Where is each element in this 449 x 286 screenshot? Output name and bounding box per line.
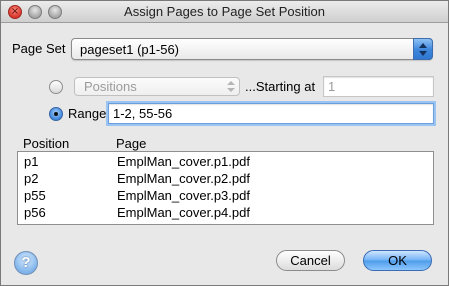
list-item[interactable]: p56 EmplMan_cover.p4.pdf <box>18 204 433 221</box>
page-set-label: Page Set <box>12 41 66 56</box>
list-item[interactable]: p55 EmplMan_cover.p3.pdf <box>18 187 433 204</box>
dialog-window: × Assign Pages to Page Set Position Page… <box>0 0 449 286</box>
dropdown-arrows-icon <box>413 38 433 60</box>
page-cell: EmplMan_cover.p3.pdf <box>117 188 250 203</box>
position-cell: p2 <box>24 171 39 186</box>
ok-button[interactable]: OK <box>363 250 432 271</box>
position-cell: p56 <box>24 205 46 220</box>
starting-at-field[interactable]: 1 <box>323 76 434 97</box>
position-cell: p1 <box>24 154 39 169</box>
title-bar: × Assign Pages to Page Set Position <box>1 1 448 23</box>
page-set-dropdown[interactable]: pageset1 (p1-56) <box>71 38 433 60</box>
range-radio[interactable] <box>49 107 63 121</box>
page-set-value: pageset1 (p1-56) <box>80 42 180 57</box>
list-item[interactable]: p1 EmplMan_cover.p1.pdf <box>18 153 433 170</box>
cancel-button[interactable]: Cancel <box>276 250 345 271</box>
position-cell: p55 <box>24 188 46 203</box>
page-cell: EmplMan_cover.p2.pdf <box>117 171 250 186</box>
assignment-list[interactable]: p1 EmplMan_cover.p1.pdf p2 EmplMan_cover… <box>17 151 434 225</box>
dropdown-arrows-icon <box>227 81 235 93</box>
page-cell: EmplMan_cover.p1.pdf <box>117 154 250 169</box>
starting-at-label: ...Starting at <box>245 79 316 94</box>
question-icon: ? <box>21 254 31 271</box>
column-header-page: Page <box>116 136 147 151</box>
positions-dropdown-value: Positions <box>84 79 137 94</box>
positions-radio[interactable] <box>49 80 63 94</box>
page-cell: EmplMan_cover.p4.pdf <box>117 205 250 220</box>
column-header-position: Position <box>23 136 70 151</box>
list-item[interactable]: p2 EmplMan_cover.p2.pdf <box>18 170 433 187</box>
window-title: Assign Pages to Page Set Position <box>124 4 325 19</box>
positions-dropdown[interactable]: Positions <box>74 77 240 96</box>
range-label: Range <box>68 106 107 121</box>
range-input[interactable]: 1-2, 55-56 <box>108 103 434 124</box>
help-button[interactable]: ? <box>14 251 38 275</box>
